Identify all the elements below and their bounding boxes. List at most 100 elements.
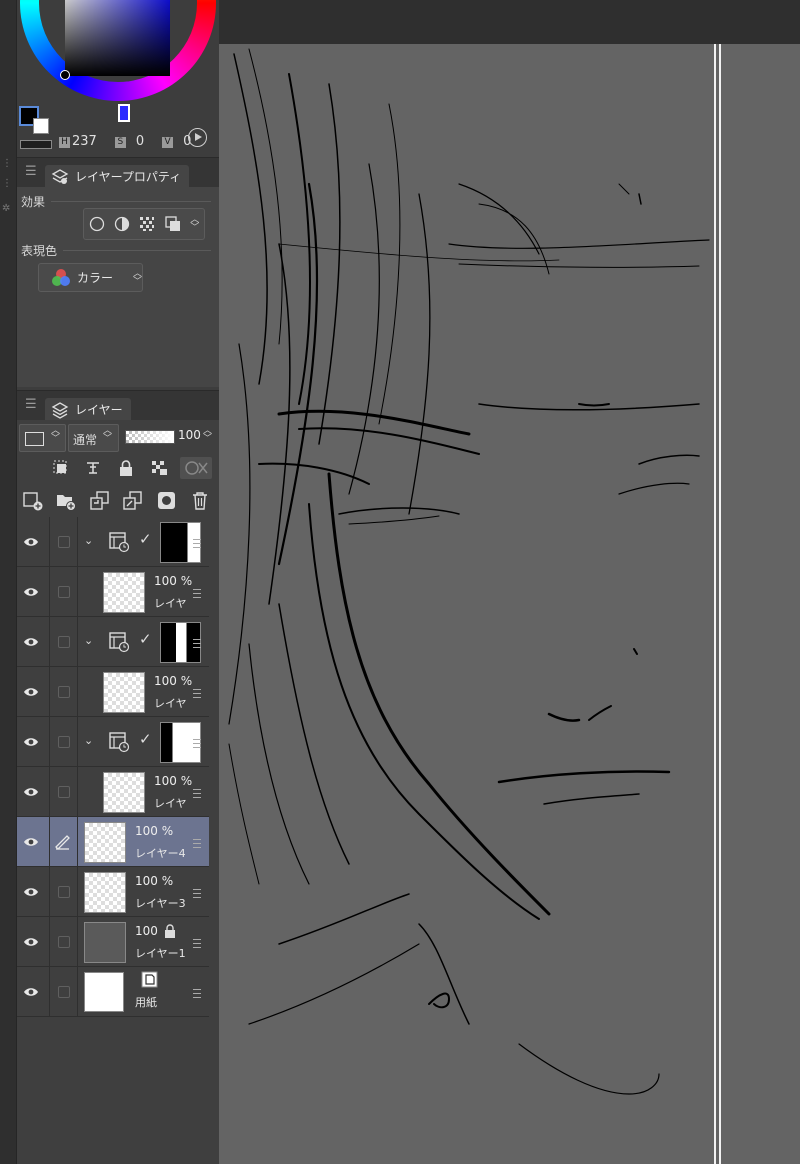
clip-lower-layer-icon[interactable] bbox=[52, 459, 70, 477]
layer-color-select[interactable]: ︿ ﹀ bbox=[19, 424, 66, 452]
check-icon[interactable]: ✓ bbox=[139, 630, 152, 648]
eye-icon[interactable] bbox=[23, 884, 39, 900]
layer-menu-icon[interactable] bbox=[193, 736, 201, 751]
h-value[interactable]: 237 bbox=[72, 134, 97, 149]
hue-cursor[interactable] bbox=[118, 104, 130, 122]
layer-row[interactable]: 100 % レイヤ bbox=[17, 767, 209, 817]
layer-property-tab-label: レイヤープロパティ bbox=[75, 170, 182, 184]
layer-row[interactable]: 100 % レイヤー3 bbox=[17, 867, 209, 917]
drag-handle-icon[interactable]: ⋮ bbox=[2, 159, 12, 176]
halftone-effect-icon[interactable] bbox=[139, 216, 155, 232]
folder-row[interactable]: ⌄ ✓ bbox=[17, 517, 209, 567]
layer-row[interactable]: 100 % レイヤー4 bbox=[17, 817, 209, 867]
layer-select-checkbox[interactable] bbox=[58, 536, 70, 548]
layer-menu-icon[interactable] bbox=[193, 636, 201, 651]
opacity-slider[interactable] bbox=[125, 430, 175, 444]
layer-name: レイヤ bbox=[154, 697, 187, 710]
tool-strip: ⋮ ⋮ ✲ bbox=[0, 0, 17, 1164]
eye-icon[interactable] bbox=[23, 834, 39, 850]
transfer-to-lower-layer-icon[interactable] bbox=[89, 490, 111, 512]
tab-layer-property[interactable]: レイヤープロパティ bbox=[45, 165, 190, 188]
new-folder-icon[interactable] bbox=[55, 490, 77, 512]
eye-icon[interactable] bbox=[23, 734, 39, 750]
layer-menu-icon[interactable] bbox=[193, 886, 201, 901]
lock-transparency-icon[interactable] bbox=[150, 459, 168, 477]
gear-icon[interactable]: ✲ bbox=[2, 204, 12, 221]
layer-menu-icon[interactable] bbox=[193, 836, 201, 851]
trash-icon[interactable] bbox=[189, 490, 211, 512]
opacity-value[interactable]: 100 bbox=[178, 428, 201, 442]
eye-icon[interactable] bbox=[23, 784, 39, 800]
check-icon[interactable]: ✓ bbox=[139, 530, 152, 548]
canvas-area[interactable] bbox=[219, 0, 800, 1164]
s-value[interactable]: 0 bbox=[136, 134, 144, 149]
menu-icon[interactable]: ☰ bbox=[25, 164, 37, 179]
eye-icon[interactable] bbox=[23, 684, 39, 700]
expression-color-value: カラー bbox=[76, 271, 113, 285]
layer-tab-label: レイヤー bbox=[75, 403, 123, 417]
layer-name: レイヤ bbox=[154, 597, 187, 610]
saturation-value-square[interactable] bbox=[65, 0, 170, 76]
layer-menu-icon[interactable] bbox=[193, 936, 201, 951]
color-mode-toggle-icon[interactable] bbox=[188, 128, 207, 147]
layer-thumbnail bbox=[103, 572, 145, 613]
eye-icon[interactable] bbox=[23, 584, 39, 600]
layer-select-checkbox[interactable] bbox=[58, 636, 70, 648]
layer-select-checkbox[interactable] bbox=[58, 786, 70, 798]
blend-mode-select[interactable]: 通常 ︿ ﹀ bbox=[68, 424, 119, 452]
drag-handle-icon[interactable]: ⋮ bbox=[2, 179, 12, 196]
layer-mask-icon[interactable] bbox=[156, 490, 178, 512]
layer-opacity: 100 % bbox=[135, 874, 174, 888]
chevron-down-icon[interactable]: ⌄ bbox=[84, 634, 93, 647]
layer-property-header: ☰ レイヤープロパティ bbox=[17, 157, 219, 188]
folder-row[interactable]: ⌄ ✓ bbox=[17, 617, 209, 667]
paper-layer-row[interactable]: 用紙 bbox=[17, 967, 209, 1017]
border-effect-icon[interactable] bbox=[89, 216, 105, 232]
tab-layer[interactable]: レイヤー bbox=[45, 398, 131, 421]
eye-icon[interactable] bbox=[23, 634, 39, 650]
layer-select-checkbox[interactable] bbox=[58, 586, 70, 598]
layer-blend-row: ︿ ﹀ 通常 ︿ ﹀ 100 ︿ ﹀ bbox=[17, 420, 219, 452]
canvas-top-bar bbox=[219, 0, 800, 44]
layer-menu-icon[interactable] bbox=[193, 786, 201, 801]
layer-menu-icon[interactable] bbox=[193, 686, 201, 701]
chevron-down-icon[interactable]: ⌄ bbox=[84, 734, 93, 747]
eye-icon[interactable] bbox=[23, 934, 39, 950]
layer-row[interactable]: 100 % レイヤ bbox=[17, 667, 209, 717]
layer-menu-icon[interactable] bbox=[193, 986, 201, 1001]
merge-layer-icon[interactable] bbox=[122, 490, 144, 512]
layer-select-checkbox[interactable] bbox=[58, 936, 70, 948]
layer-menu-icon[interactable] bbox=[193, 536, 201, 551]
chevron-down-icon[interactable]: ⌄ bbox=[84, 534, 93, 547]
layer-menu-icon[interactable] bbox=[193, 586, 201, 601]
expression-color-select[interactable]: カラー ︿ ﹀ bbox=[38, 263, 143, 292]
eye-icon[interactable] bbox=[23, 534, 39, 550]
layer-opacity: 100 % bbox=[135, 824, 174, 838]
correction-layer-icon bbox=[109, 532, 130, 553]
sub-color-swatch[interactable] bbox=[33, 118, 49, 134]
layer-select-checkbox[interactable] bbox=[58, 686, 70, 698]
menu-icon[interactable]: ☰ bbox=[25, 397, 37, 412]
tone-effect-icon[interactable] bbox=[114, 216, 130, 232]
opacity-stepper[interactable]: ︿ ﹀ bbox=[203, 427, 212, 444]
effect-more-icon[interactable]: ︿ ﹀ bbox=[190, 216, 199, 233]
eye-icon[interactable] bbox=[23, 984, 39, 1000]
layer-row[interactable]: 100 レイヤー1 bbox=[17, 917, 209, 967]
layer-thumbnail bbox=[84, 872, 126, 913]
folder-row[interactable]: ⌄ ✓ bbox=[17, 717, 209, 767]
layer-name: レイヤ bbox=[154, 797, 187, 810]
layer-color-effect-icon[interactable] bbox=[165, 216, 181, 232]
check-icon[interactable]: ✓ bbox=[139, 730, 152, 748]
layer-select-checkbox[interactable] bbox=[58, 886, 70, 898]
new-raster-layer-icon[interactable] bbox=[22, 490, 44, 512]
lock-icon[interactable] bbox=[117, 459, 135, 477]
layer-name: レイヤー3 bbox=[135, 897, 186, 910]
reference-layer-icon[interactable] bbox=[84, 459, 102, 477]
layer-attribute-toolbar bbox=[17, 457, 219, 481]
layer-select-checkbox[interactable] bbox=[58, 986, 70, 998]
sv-cursor[interactable] bbox=[60, 70, 70, 80]
mask-toggle-icon[interactable] bbox=[180, 457, 212, 479]
transparent-color-swatch[interactable] bbox=[20, 140, 52, 149]
layer-select-checkbox[interactable] bbox=[58, 736, 70, 748]
layer-row[interactable]: 100 % レイヤ bbox=[17, 567, 209, 617]
